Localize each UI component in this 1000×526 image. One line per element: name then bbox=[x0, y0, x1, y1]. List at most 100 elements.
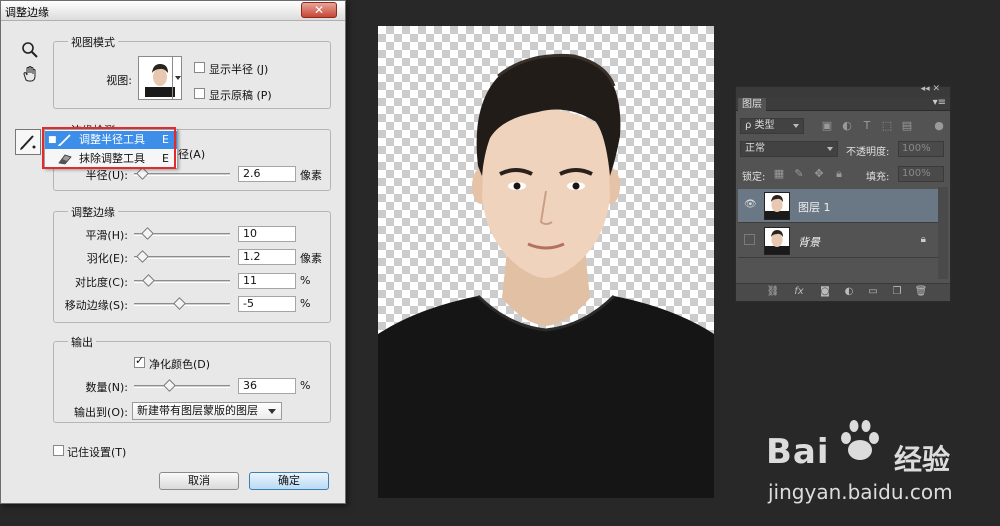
output-to-value: 新建带有图层蒙版的图层 bbox=[137, 404, 258, 417]
blend-mode-select[interactable]: 正常 bbox=[740, 141, 838, 157]
collapse-icon[interactable]: ◂◂ ✕ bbox=[921, 84, 940, 94]
filter-type-icon[interactable]: T bbox=[860, 119, 874, 132]
radius-input[interactable]: 2.6 bbox=[238, 166, 296, 182]
layers-tabbar: 图层 ▾≡ bbox=[736, 97, 950, 111]
fill-label: 填充: bbox=[866, 172, 890, 183]
radius-label: 半径(U): bbox=[85, 169, 128, 182]
filter-pixel-icon[interactable]: ▣ bbox=[820, 119, 834, 132]
smooth-slider[interactable] bbox=[134, 227, 230, 240]
filter-smart-object-icon[interactable]: ▤ bbox=[900, 119, 914, 132]
radius-slider[interactable] bbox=[134, 167, 230, 180]
view-label: 视图: bbox=[106, 74, 132, 87]
feather-input[interactable]: 1.2 bbox=[238, 249, 296, 265]
opacity-input[interactable]: 100% bbox=[898, 141, 944, 157]
show-radius-label: 显示半径 (J) bbox=[209, 63, 269, 76]
eye-icon[interactable]: 👁︎ bbox=[744, 199, 757, 211]
new-group-icon[interactable]: ▭ bbox=[866, 286, 880, 297]
ok-button[interactable]: 确定 bbox=[249, 472, 329, 490]
hand-tool-icon[interactable] bbox=[19, 63, 41, 85]
remember-settings-checkbox[interactable] bbox=[53, 445, 64, 456]
view-mode-group: 视图模式 视图: 显示半径 (J) 显示原稿 (P) bbox=[53, 34, 331, 109]
lock-label: 锁定: bbox=[742, 172, 766, 183]
baidu-watermark: Bai 经验 jingyan.baidu.com bbox=[766, 418, 986, 518]
portrait-photo bbox=[378, 53, 714, 498]
panel-menu-icon[interactable]: ▾≡ bbox=[933, 97, 946, 108]
adjust-edge-group: 调整边缘 平滑(H): 10 羽化(E): 1.2 像素 对比度(C): 11 … bbox=[53, 204, 331, 323]
feather-slider[interactable] bbox=[134, 250, 230, 263]
background-name: 背景 bbox=[798, 236, 820, 249]
visibility-toggle-icon[interactable] bbox=[744, 234, 755, 245]
filter-row: ρ 类型 ▣ ◐ T ⬚ ▤ ● bbox=[736, 115, 950, 137]
show-original-label: 显示原稿 (P) bbox=[209, 89, 272, 102]
watermark-url: jingyan.baidu.com bbox=[768, 480, 953, 504]
delete-layer-icon[interactable]: 🗑︎ bbox=[914, 286, 928, 297]
layer-row-layer1[interactable]: 👁︎ 图层 1 bbox=[738, 189, 938, 223]
watermark-brand-cn: 经验 bbox=[894, 443, 951, 476]
new-layer-icon[interactable]: ❐ bbox=[890, 286, 904, 297]
document-canvas[interactable] bbox=[378, 26, 714, 498]
lock-row: 锁定: ▦ ✎ ✥ 🔒︎ 填充: 100% bbox=[736, 164, 950, 186]
show-original-checkbox[interactable] bbox=[194, 88, 205, 99]
dialog-title: 调整边缘 bbox=[5, 6, 49, 19]
output-group: 输出 净化颜色(D) 数量(N): 36 % 输出到(O): 新建带有图层蒙版的… bbox=[53, 334, 331, 423]
filter-toggle-icon[interactable]: ● bbox=[932, 119, 946, 132]
layers-scrollbar[interactable] bbox=[938, 187, 948, 279]
filter-type-select[interactable]: ρ 类型 bbox=[740, 118, 804, 134]
smart-radius-label: 径(A) bbox=[178, 148, 206, 161]
lock-all-icon[interactable]: 🔒︎ bbox=[832, 167, 846, 181]
add-mask-icon[interactable]: ◙ bbox=[818, 286, 832, 297]
amount-input[interactable]: 36 bbox=[238, 378, 296, 394]
lock-transparent-icon[interactable]: ▦ bbox=[772, 167, 786, 180]
zoom-tool-icon[interactable] bbox=[19, 39, 41, 61]
link-layers-icon[interactable]: ⛓ bbox=[766, 286, 780, 297]
shift-edge-slider-thumb[interactable] bbox=[173, 297, 186, 310]
decontaminate-checkbox[interactable] bbox=[134, 354, 145, 368]
feather-slider-thumb[interactable] bbox=[136, 250, 149, 263]
refine-edge-dialog: 调整边缘 ✕ 视图模式 视图: 显示半径 (J) 显示原稿 (P) 径(A) 半… bbox=[0, 0, 346, 504]
chevron-down-icon bbox=[793, 124, 799, 128]
radius-slider-thumb[interactable] bbox=[136, 167, 149, 180]
show-radius-checkbox[interactable] bbox=[194, 62, 205, 73]
remember-settings-label: 记住设置(T) bbox=[67, 446, 127, 459]
amount-label: 数量(N): bbox=[85, 381, 128, 394]
refine-radius-tool-icon[interactable] bbox=[15, 129, 41, 155]
background-thumbnail bbox=[764, 227, 790, 255]
watermark-brand: Bai bbox=[766, 432, 830, 472]
chevron-down-icon bbox=[268, 409, 276, 414]
adjust-edge-title: 调整边缘 bbox=[68, 204, 118, 220]
shift-edge-input[interactable]: -5 bbox=[238, 296, 296, 312]
contrast-slider[interactable] bbox=[134, 274, 230, 287]
layer-row-background[interactable]: 背景 🔒︎ bbox=[738, 224, 938, 258]
smooth-input[interactable]: 10 bbox=[238, 226, 296, 242]
filter-adjustment-icon[interactable]: ◐ bbox=[840, 119, 854, 132]
fill-input[interactable]: 100% bbox=[898, 166, 944, 182]
tab-layers[interactable]: 图层 bbox=[738, 98, 766, 111]
chevron-down-icon bbox=[827, 147, 833, 151]
amount-slider-thumb[interactable] bbox=[163, 379, 176, 392]
close-button[interactable]: ✕ bbox=[301, 2, 337, 18]
shift-edge-unit: % bbox=[300, 297, 311, 310]
layers-panel: ◂◂ ✕ 图层 ▾≡ ρ 类型 ▣ ◐ T ⬚ ▤ ● 正常 不透明度: 100… bbox=[735, 84, 951, 302]
fx-icon[interactable]: fx bbox=[792, 286, 806, 297]
lock-position-icon[interactable]: ✥ bbox=[812, 167, 826, 180]
shift-edge-slider[interactable] bbox=[134, 297, 230, 310]
contrast-slider-thumb[interactable] bbox=[142, 274, 155, 287]
output-title: 输出 bbox=[68, 334, 96, 350]
contrast-input[interactable]: 11 bbox=[238, 273, 296, 289]
layer1-thumbnail bbox=[764, 192, 790, 220]
filter-type-value: ρ 类型 bbox=[745, 120, 775, 131]
view-dropdown-arrow[interactable] bbox=[172, 56, 182, 100]
output-to-select[interactable]: 新建带有图层蒙版的图层 bbox=[132, 402, 282, 420]
panel-header: ◂◂ ✕ bbox=[736, 84, 950, 97]
adjustment-layer-icon[interactable]: ◐ bbox=[842, 286, 856, 297]
shift-edge-label: 移动边缘(S): bbox=[64, 299, 128, 312]
lock-image-icon[interactable]: ✎ bbox=[792, 167, 806, 180]
portrait-thumbnail-icon bbox=[145, 64, 175, 97]
radius-unit: 像素 bbox=[300, 169, 322, 182]
filter-shape-icon[interactable]: ⬚ bbox=[880, 119, 894, 132]
smooth-slider-thumb[interactable] bbox=[141, 227, 154, 240]
cancel-button[interactable]: 取消 bbox=[159, 472, 239, 490]
amount-slider[interactable] bbox=[134, 379, 230, 392]
output-to-label: 输出到(O): bbox=[74, 406, 128, 419]
highlight-annotation-box bbox=[42, 127, 176, 169]
